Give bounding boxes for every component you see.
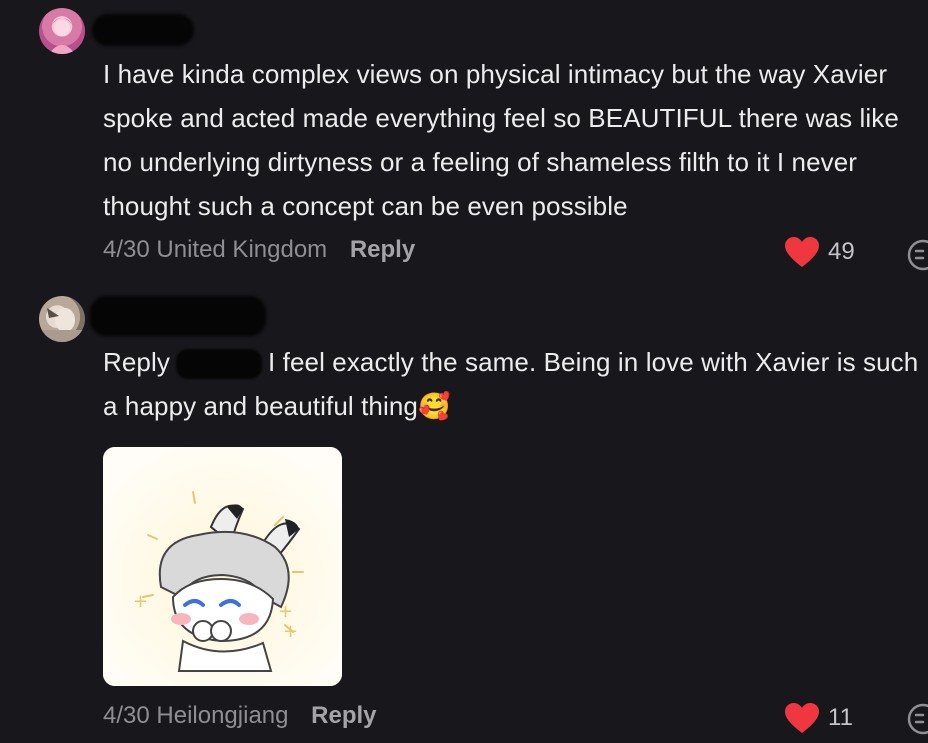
like-button[interactable]: 49	[784, 236, 855, 268]
more-button[interactable]	[906, 702, 928, 741]
heart-icon	[785, 703, 819, 733]
comment-meta: 4/30 Heilongjiang Reply	[103, 702, 377, 730]
avatar-image-icon	[49, 18, 75, 54]
comment-1: I have kinda complex views on physical i…	[0, 0, 928, 280]
reply-prefix[interactable]: Reply	[103, 347, 170, 377]
heart-icon	[785, 237, 819, 267]
avatar[interactable]	[39, 296, 85, 342]
comment-text: I have kinda complex views on physical i…	[103, 59, 899, 221]
more-icon	[907, 239, 928, 271]
reply-button[interactable]: Reply	[350, 236, 415, 263]
emoji-icon: 🥰	[417, 391, 451, 421]
avatar-image-icon	[39, 308, 85, 342]
redacted-username	[90, 296, 266, 336]
comment-2: Reply I feel exactly the same. Being in l…	[0, 280, 928, 743]
svg-text:+: +	[133, 591, 148, 612]
comment-date: 4/30	[103, 702, 150, 729]
like-button[interactable]: 11	[784, 702, 853, 734]
redacted-mention	[175, 349, 262, 380]
like-count: 49	[828, 238, 855, 265]
redacted-username	[92, 14, 194, 46]
comment-location: Heilongjiang	[156, 702, 289, 729]
comment-date: 4/30	[103, 236, 150, 263]
sticker-image[interactable]: + + +	[103, 447, 342, 686]
svg-text:+: +	[283, 621, 298, 642]
comment-meta: 4/30 United Kingdom Reply	[103, 236, 415, 264]
more-icon	[907, 703, 928, 735]
comment-text: Reply I feel exactly the same. Being in l…	[103, 340, 923, 428]
avatar[interactable]	[39, 8, 85, 54]
sticker-illustration-icon: + + +	[103, 447, 342, 686]
like-count: 11	[828, 704, 853, 731]
reply-button[interactable]: Reply	[311, 702, 376, 729]
comment-location: United Kingdom	[156, 236, 328, 263]
more-button[interactable]	[906, 238, 928, 277]
